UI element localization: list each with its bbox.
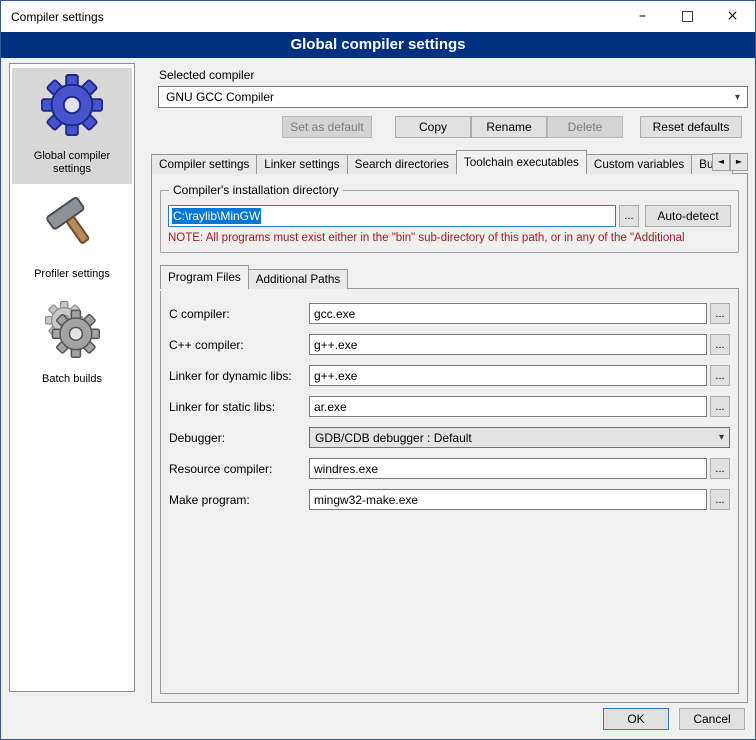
- field-row-dynamic-linker: Linker for dynamic libs: ...: [169, 365, 730, 386]
- window-controls: – □ ×: [620, 1, 755, 32]
- installation-directory-row: C:\raylib\MinGW ... Auto-detect: [168, 205, 731, 227]
- main-panel: Selected compiler GNU GCC Compiler ▾ Set…: [151, 62, 748, 703]
- tab-scroll-right-icon[interactable]: ►: [730, 153, 748, 171]
- static-linker-browse-button[interactable]: ...: [710, 396, 730, 417]
- c-compiler-browse-button[interactable]: ...: [710, 303, 730, 324]
- rename-button[interactable]: Rename: [471, 116, 547, 138]
- compiler-settings-dialog: Compiler settings – □ × Global compiler …: [0, 0, 756, 740]
- field-label: Debugger:: [169, 431, 309, 445]
- selected-compiler-label: Selected compiler: [159, 68, 748, 82]
- dynamic-linker-input[interactable]: [309, 365, 707, 386]
- make-program-input[interactable]: [309, 489, 707, 510]
- tab-search-directories[interactable]: Search directories: [347, 154, 457, 174]
- tab-linker-settings[interactable]: Linker settings: [256, 154, 347, 174]
- program-files-panel: C compiler: ... C++ compiler: ...: [160, 288, 739, 694]
- sidebar-item-label: Profiler settings: [14, 268, 130, 281]
- toolchain-executables-pane: Compiler's installation directory C:\ray…: [151, 173, 748, 703]
- profiler-hammer-icon: [41, 192, 103, 254]
- dialog-footer: OK Cancel: [603, 708, 745, 730]
- tab-scroll-left-icon[interactable]: ◄: [712, 153, 730, 171]
- titlebar: Compiler settings – □ ×: [1, 1, 755, 32]
- compiler-select-value: GNU GCC Compiler: [166, 90, 274, 104]
- reset-defaults-button[interactable]: Reset defaults: [640, 116, 742, 138]
- c-compiler-input[interactable]: [309, 303, 707, 324]
- installation-directory-browse-button[interactable]: ...: [619, 205, 639, 227]
- gray-gear-icon: [41, 297, 103, 359]
- field-label: Linker for dynamic libs:: [169, 369, 309, 383]
- debugger-select-value: GDB/CDB debugger : Default: [315, 431, 472, 445]
- field-row-make-program: Make program: ...: [169, 489, 730, 510]
- page-title: Global compiler settings: [1, 32, 755, 58]
- cpp-compiler-browse-button[interactable]: ...: [710, 334, 730, 355]
- resource-compiler-browse-button[interactable]: ...: [710, 458, 730, 479]
- tab-compiler-settings[interactable]: Compiler settings: [151, 154, 257, 174]
- static-linker-input[interactable]: [309, 396, 707, 417]
- installation-directory-input[interactable]: C:\raylib\MinGW: [168, 205, 616, 227]
- installation-directory-title: Compiler's installation directory: [169, 183, 343, 197]
- sidebar-item-profiler-settings[interactable]: Profiler settings: [12, 186, 132, 289]
- ok-button[interactable]: OK: [603, 708, 669, 730]
- sidebar-item-label: Batch builds: [14, 373, 130, 386]
- field-row-cpp-compiler: C++ compiler: ...: [169, 334, 730, 355]
- field-label: Resource compiler:: [169, 462, 309, 476]
- copy-button[interactable]: Copy: [395, 116, 471, 138]
- tab-program-files[interactable]: Program Files: [160, 265, 249, 289]
- debugger-select[interactable]: GDB/CDB debugger : Default ▾: [309, 427, 730, 448]
- chevron-down-icon: ▾: [719, 432, 724, 443]
- bin-subdirectory-note: NOTE: All programs must exist either in …: [168, 232, 731, 244]
- field-row-c-compiler: C compiler: ...: [169, 303, 730, 324]
- delete-button[interactable]: Delete: [547, 116, 623, 138]
- compiler-actions: Set as default Copy Rename Delete Reset …: [151, 116, 748, 138]
- chevron-down-icon: ▾: [735, 92, 740, 103]
- sidebar-item-batch-builds[interactable]: Batch builds: [12, 291, 132, 394]
- field-row-resource-compiler: Resource compiler: ...: [169, 458, 730, 479]
- cpp-compiler-input[interactable]: [309, 334, 707, 355]
- resource-compiler-input[interactable]: [309, 458, 707, 479]
- settings-sidebar: Global compiler settings Profiler settin…: [9, 63, 135, 692]
- installation-directory-group: Compiler's installation directory C:\ray…: [160, 190, 739, 253]
- field-row-static-linker: Linker for static libs: ...: [169, 396, 730, 417]
- field-row-debugger: Debugger: GDB/CDB debugger : Default ▾: [169, 427, 730, 448]
- field-label: C++ compiler:: [169, 338, 309, 352]
- sidebar-item-label: Global compiler settings: [14, 150, 130, 176]
- tab-scroll-buttons: ◄ ►: [712, 153, 748, 171]
- settings-tabstrip: Compiler settings Linker settings Search…: [151, 150, 748, 174]
- field-label: C compiler:: [169, 307, 309, 321]
- autodetect-button[interactable]: Auto-detect: [645, 205, 731, 227]
- blue-gear-icon: [41, 74, 103, 136]
- make-program-browse-button[interactable]: ...: [710, 489, 730, 510]
- tab-additional-paths[interactable]: Additional Paths: [248, 269, 348, 289]
- window-title: Compiler settings: [11, 10, 104, 24]
- cancel-button[interactable]: Cancel: [679, 708, 745, 730]
- dynamic-linker-browse-button[interactable]: ...: [710, 365, 730, 386]
- set-as-default-button[interactable]: Set as default: [282, 116, 372, 138]
- dialog-content: Global compiler settings Profiler settin…: [1, 58, 755, 739]
- maximize-button[interactable]: □: [665, 1, 710, 32]
- program-files-tabstrip: Program Files Additional Paths: [160, 265, 740, 289]
- minimize-button[interactable]: –: [620, 1, 665, 32]
- field-label: Make program:: [169, 493, 309, 507]
- compiler-select[interactable]: GNU GCC Compiler ▾: [158, 86, 748, 108]
- tab-toolchain-executables[interactable]: Toolchain executables: [456, 150, 587, 174]
- selected-text: C:\raylib\MinGW: [172, 208, 261, 224]
- close-button[interactable]: ×: [710, 1, 755, 32]
- field-label: Linker for static libs:: [169, 400, 309, 414]
- sidebar-item-global-compiler-settings[interactable]: Global compiler settings: [12, 68, 132, 184]
- tab-custom-variables[interactable]: Custom variables: [586, 154, 692, 174]
